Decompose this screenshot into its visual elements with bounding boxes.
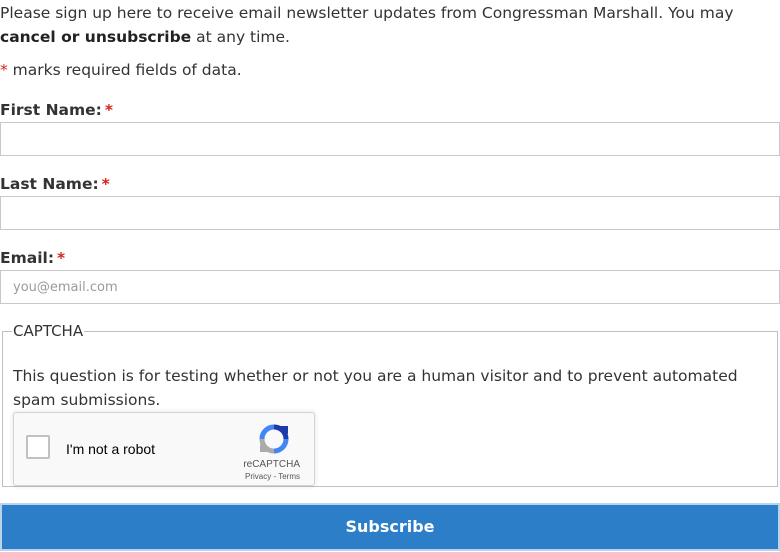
- recaptcha-logo-icon: [259, 424, 289, 454]
- email-label: Email: *: [0, 247, 65, 269]
- recaptcha-checkbox-label: I'm not a robot: [66, 441, 156, 457]
- first-name-label: First Name: *: [0, 99, 113, 121]
- intro-text-before: Please sign up here to receive email new…: [0, 4, 734, 22]
- recaptcha-links: Privacy - Terms: [245, 472, 300, 481]
- recaptcha-terms-link[interactable]: Terms: [278, 472, 300, 481]
- recaptcha-widget: I'm not a robot reCAPTCHA Privacy - Term…: [13, 412, 315, 486]
- required-note-text: marks required fields of data.: [7, 61, 242, 79]
- email-label-text: Email:: [0, 249, 55, 267]
- first-name-label-text: First Name:: [0, 101, 102, 119]
- intro-text: Please sign up here to receive email new…: [0, 1, 770, 49]
- recaptcha-privacy-link[interactable]: Privacy: [245, 472, 271, 481]
- intro-text-after: at any time.: [191, 28, 290, 46]
- required-fields-note: * marks required fields of data.: [0, 58, 242, 82]
- required-star-icon: *: [104, 101, 113, 119]
- required-star-icon: *: [57, 249, 66, 267]
- last-name-input[interactable]: [0, 196, 780, 230]
- required-star-icon: *: [0, 61, 8, 79]
- captcha-fieldset: CAPTCHA This question is for testing whe…: [2, 322, 778, 487]
- captcha-legend: CAPTCHA: [13, 322, 84, 340]
- last-name-label: Last Name: *: [0, 173, 110, 195]
- email-input[interactable]: [0, 270, 780, 304]
- intro-unsubscribe-emphasis: cancel or unsubscribe: [0, 28, 192, 46]
- subscribe-button[interactable]: Subscribe: [0, 503, 780, 551]
- required-star-icon: *: [101, 175, 110, 193]
- recaptcha-checkbox[interactable]: [26, 435, 50, 459]
- first-name-input[interactable]: [0, 122, 780, 156]
- recaptcha-brand-label: reCAPTCHA: [243, 459, 300, 470]
- captcha-description: This question is for testing whether or …: [13, 367, 738, 409]
- last-name-label-text: Last Name:: [0, 175, 99, 193]
